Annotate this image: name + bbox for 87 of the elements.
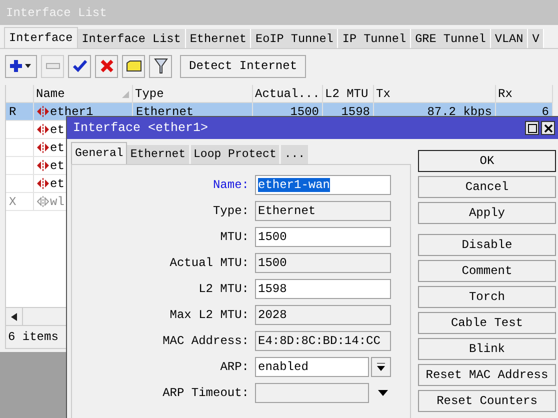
tab[interactable]: General <box>71 142 128 164</box>
plus-icon <box>9 59 33 73</box>
column-header[interactable]: Type <box>133 85 253 102</box>
dropdown-arrow-icon <box>377 363 385 371</box>
tab[interactable]: Loop Protect <box>190 145 282 164</box>
input-field[interactable]: ether1-wan <box>255 175 391 195</box>
input-field[interactable]: E4:8D:8C:BD:14:CC <box>255 331 391 351</box>
field-label: Type: <box>212 204 250 218</box>
table-cell: ether1 <box>50 104 94 118</box>
field-label: Actual MTU: <box>168 256 250 270</box>
table-cell: et <box>50 122 64 136</box>
table-cell: Ethernet <box>136 104 194 118</box>
dialog-button[interactable]: Blink <box>418 338 556 360</box>
interface-icon <box>37 196 49 207</box>
column-header[interactable]: Actual... <box>253 85 323 102</box>
tab[interactable]: Interface <box>4 27 78 48</box>
field-label: ARP: <box>219 360 250 374</box>
close-icon <box>544 124 552 132</box>
add-button[interactable] <box>5 54 37 78</box>
field-label: ARP Timeout: <box>162 386 250 400</box>
tab[interactable]: EoIP Tunnel <box>251 29 338 48</box>
input-field[interactable]: 1500 <box>255 253 391 273</box>
dropdown-button[interactable] <box>371 357 391 377</box>
dialog-button[interactable]: Disable <box>418 234 556 256</box>
dialog-title: Interface <ether1> <box>73 121 208 135</box>
dialog-button[interactable]: Cancel <box>418 176 556 198</box>
close-button[interactable] <box>541 121 555 135</box>
tab[interactable]: IP Tunnel <box>338 29 412 48</box>
table-cell: 1598 <box>341 104 370 118</box>
interface-icon <box>37 160 49 171</box>
dropdown-arrow-icon[interactable] <box>378 390 388 396</box>
flag-text: R <box>9 104 16 118</box>
tab[interactable]: Ethernet <box>186 29 252 48</box>
dropdown-field[interactable] <box>255 383 369 403</box>
column-header[interactable]: Name <box>34 85 133 102</box>
tab[interactable]: ... <box>281 145 310 164</box>
maximize-button[interactable] <box>525 121 539 135</box>
item-count: 6 items <box>8 330 58 344</box>
minus-icon <box>46 63 60 69</box>
table-cell: et <box>50 158 64 172</box>
note-icon <box>126 60 142 72</box>
dialog-button[interactable]: Apply <box>418 202 556 224</box>
table-cell: 87.2 kbps <box>427 104 492 118</box>
field-label: MTU: <box>219 230 250 244</box>
dialog-button[interactable]: Reset Counters <box>418 390 556 412</box>
interface-icon <box>37 142 49 153</box>
input-field[interactable]: 2028 <box>255 305 391 325</box>
filter-icon <box>154 58 168 74</box>
dialog-button[interactable]: Reset MAC Address <box>418 364 556 386</box>
filter-button[interactable] <box>149 54 172 78</box>
field-label: L2 MTU: <box>198 282 250 296</box>
input-field[interactable]: 1500 <box>255 227 391 247</box>
interface-icon <box>37 106 49 117</box>
tab[interactable]: GRE Tunnel <box>411 29 491 48</box>
left-arrow-icon <box>11 312 17 320</box>
cross-icon <box>100 59 114 73</box>
column-header[interactable]: Rx <box>496 85 553 102</box>
column-header[interactable]: Tx <box>374 85 496 102</box>
dialog-button[interactable]: Comment <box>418 260 556 282</box>
detect-internet-button[interactable]: Detect Internet <box>180 54 306 78</box>
tab[interactable]: V <box>528 29 544 48</box>
interface-icon <box>37 124 49 135</box>
interface-icon <box>37 178 49 189</box>
dialog-button[interactable]: Torch <box>418 286 556 308</box>
tab[interactable]: Interface List <box>78 29 186 48</box>
tab[interactable]: Ethernet <box>127 145 191 164</box>
disable-button[interactable] <box>95 54 118 78</box>
flag-text: X <box>9 194 16 208</box>
dialog-button[interactable]: OK <box>418 150 556 172</box>
table-cell: wl <box>50 194 64 208</box>
tab[interactable]: VLAN <box>490 29 528 48</box>
square-icon <box>528 124 536 132</box>
checkmark-icon <box>72 59 86 73</box>
table-cell: et <box>50 140 64 154</box>
enable-button[interactable] <box>68 54 91 78</box>
field-label: Name: <box>212 178 250 192</box>
table-cell: 1500 <box>290 104 319 118</box>
dialog-button[interactable]: Cable Test <box>418 312 556 334</box>
input-field[interactable]: Ethernet <box>255 201 391 221</box>
field-label: Max L2 MTU: <box>168 308 250 322</box>
column-header[interactable]: L2 MTU <box>323 85 374 102</box>
comment-button[interactable] <box>122 54 145 78</box>
field-label: MAC Address: <box>162 334 250 348</box>
table-cell: 6 <box>542 104 549 118</box>
select-field[interactable]: enabled <box>255 357 369 377</box>
table-cell: et <box>50 176 64 190</box>
input-field[interactable]: 1598 <box>255 279 391 299</box>
